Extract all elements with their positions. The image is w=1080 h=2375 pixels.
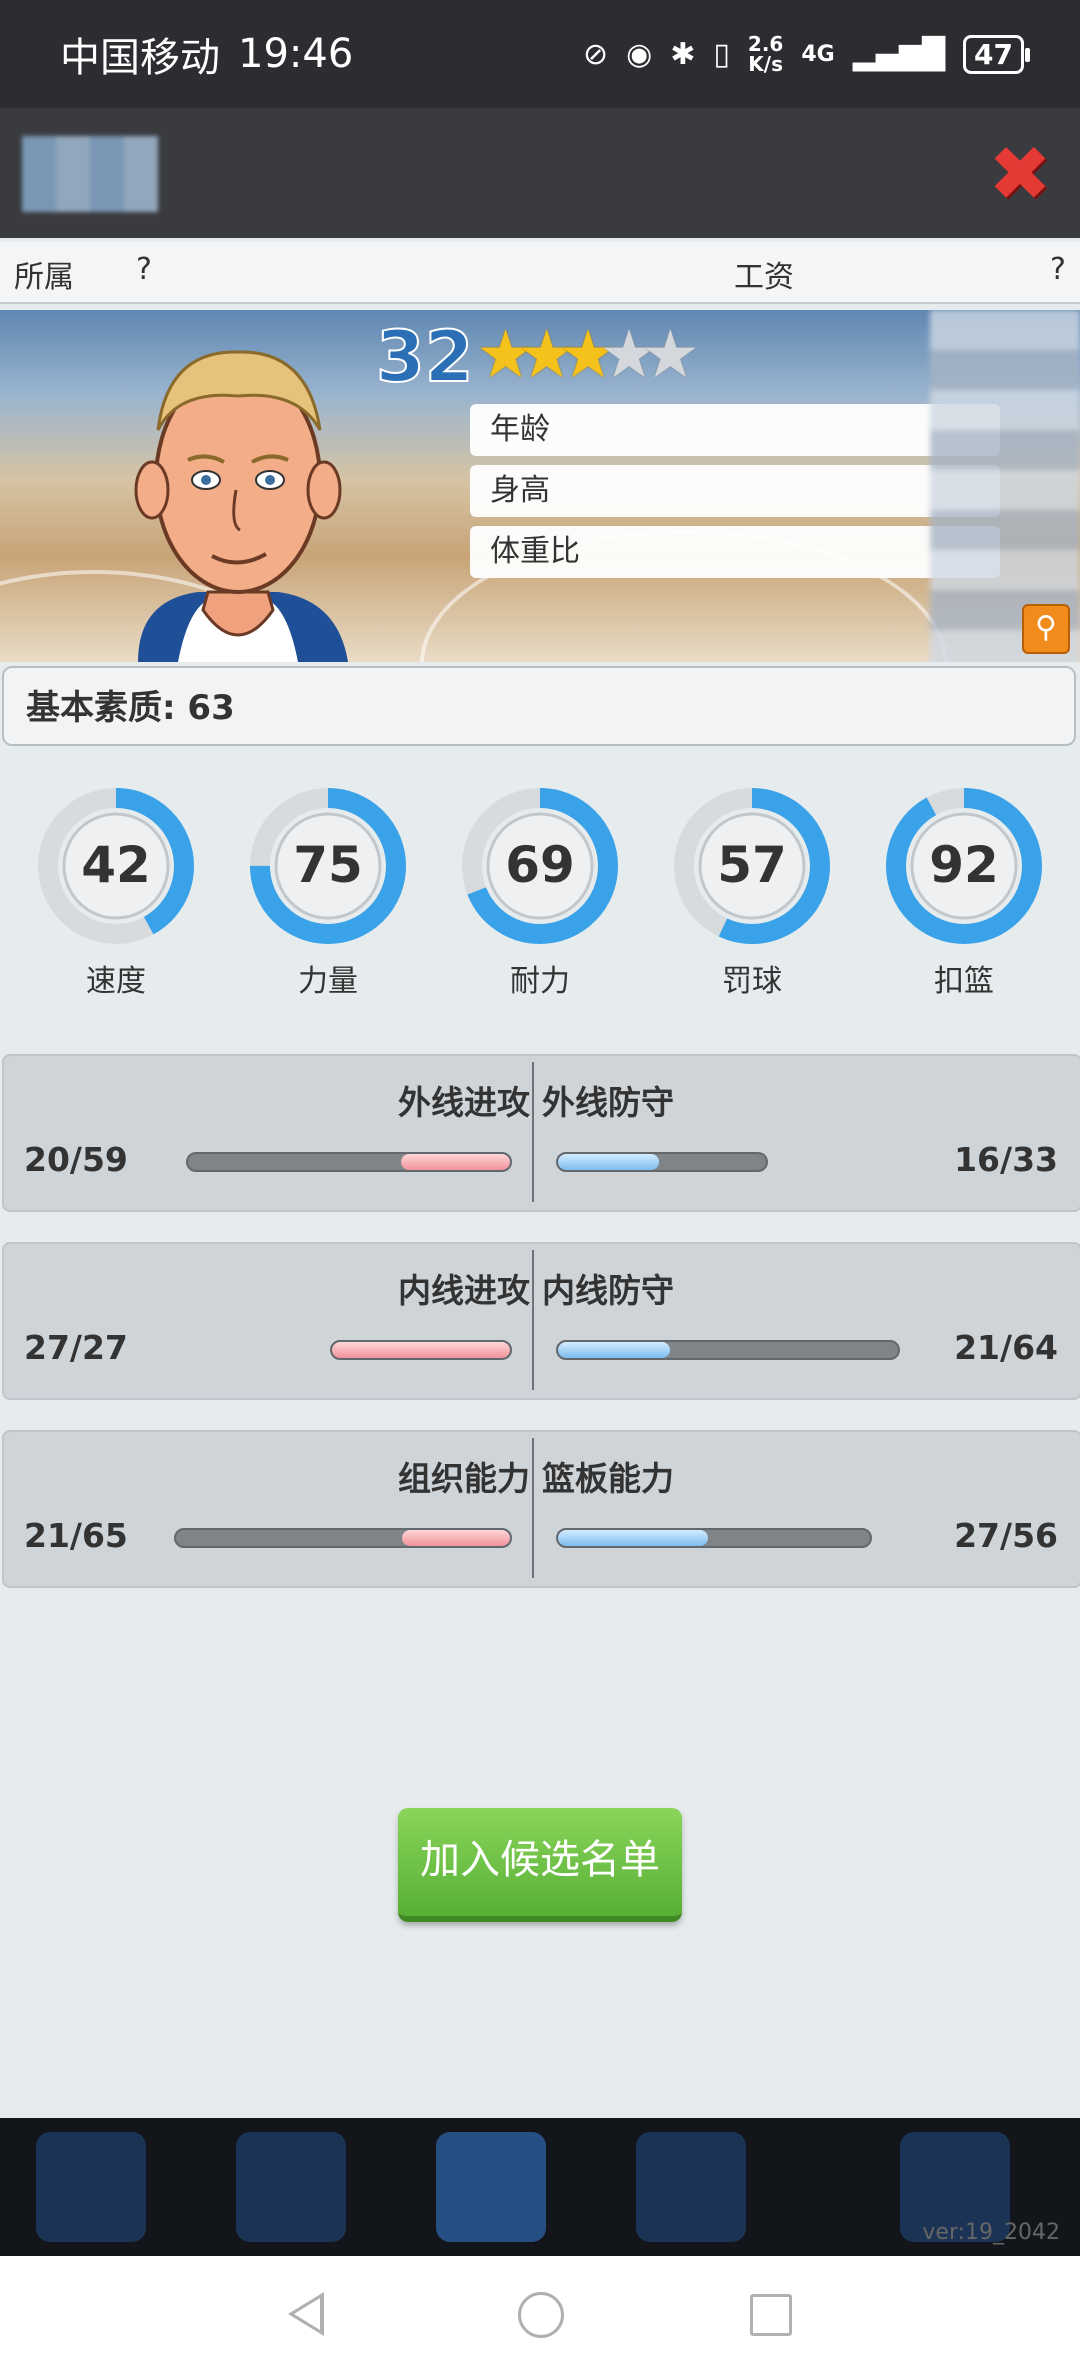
defense-bar — [556, 1340, 900, 1360]
right-title: 内线防守 — [542, 1271, 674, 1310]
right-title: 篮板能力 — [542, 1459, 674, 1498]
tab-players[interactable] — [436, 2132, 546, 2242]
gauge-ring: 92 — [886, 788, 1042, 944]
gauge-value: 75 — [293, 836, 363, 894]
gauge-dunk: 92 扣篮 — [884, 786, 1044, 1016]
right-title: 外线防守 — [542, 1083, 674, 1122]
salary-label: 工资 — [734, 260, 794, 295]
gauge-value: 42 — [81, 836, 151, 894]
star-empty-icon: ★ — [599, 316, 659, 393]
left-title: 组织能力 — [398, 1459, 530, 1498]
signal-icon: ▂▄▆█ — [852, 36, 946, 72]
gauge-label: 耐力 — [510, 964, 570, 999]
gauge-speed: 42 速度 — [36, 786, 196, 1016]
star-filled-icon: ★ — [558, 316, 617, 393]
weight-ratio-field: 体重比 — [470, 526, 1000, 578]
status-bar: 中国移动 19:46 ⊘ ◉ ✱ ▯ 2.6 K/s 4G ▂▄▆█ 47 — [0, 0, 1080, 108]
player-portrait — [134, 350, 348, 662]
defense-bar — [556, 1152, 768, 1172]
star-empty-icon: ★ — [640, 316, 700, 393]
left-value: 21/65 — [24, 1516, 128, 1555]
divider — [532, 1250, 534, 1390]
star-rating: ★★★★★ — [476, 316, 700, 393]
offense-bar-fill — [402, 1530, 510, 1546]
player-hero-card: 32 ★★★★★ 年龄 身高 体重比 ⚲ — [0, 310, 1080, 662]
search-icon: ⚲ — [1035, 610, 1057, 645]
gauge-value: 57 — [717, 836, 787, 894]
home-icon[interactable] — [518, 2292, 564, 2338]
gauge-ring: 69 — [462, 788, 618, 944]
add-to-shortlist-button[interactable]: 加入候选名单 — [398, 1808, 682, 1922]
affiliation-label: 所属 — [14, 260, 74, 295]
divider — [532, 1438, 534, 1578]
search-button[interactable]: ⚲ — [1022, 604, 1070, 654]
player-rating: 32 — [375, 315, 474, 399]
info-row: 所属 ? 工资 ? — [0, 242, 1080, 304]
system-nav-bar — [0, 2256, 1080, 2375]
divider — [532, 1062, 534, 1202]
back-icon-inner — [294, 2298, 320, 2330]
right-value: 21/64 — [954, 1328, 1058, 1367]
clock: 19:46 — [238, 31, 354, 77]
offense-bar — [174, 1528, 512, 1548]
tab-finance[interactable] — [236, 2132, 346, 2242]
battery-indicator: 47 — [963, 34, 1030, 74]
gauge-row: 42 速度 75 力量 69 耐力 57 罚球 92 扣篮 — [0, 786, 1080, 1016]
app-header: ✖ — [0, 108, 1080, 238]
close-button[interactable]: ✖ — [984, 136, 1056, 212]
carrier-name: 中国移动 — [60, 35, 220, 81]
gauge-label: 速度 — [86, 964, 146, 999]
right-value: 16/33 — [954, 1140, 1058, 1179]
gauge-label: 罚球 — [722, 964, 782, 999]
star-filled-icon: ★ — [517, 316, 576, 393]
comparison-playmaking-rebound: 组织能力 篮板能力 21/65 27/56 — [2, 1430, 1080, 1588]
gauge-ring: 42 — [38, 788, 194, 944]
left-title: 内线进攻 — [398, 1271, 530, 1310]
blurred-avatar — [22, 136, 158, 212]
tab-training[interactable] — [636, 2132, 746, 2242]
close-icon: ✖ — [988, 129, 1052, 218]
height-field: 身高 — [470, 465, 1000, 517]
offense-bar — [186, 1152, 512, 1172]
recents-icon[interactable] — [750, 2294, 792, 2336]
alarm-icon: ⊘ — [582, 36, 609, 72]
left-title: 外线进攻 — [398, 1083, 530, 1122]
eye-icon: ◉ — [626, 36, 653, 72]
offense-bar-fill — [400, 1154, 510, 1170]
vibrate-icon: ▯ — [713, 36, 730, 72]
defense-bar-fill — [558, 1530, 709, 1546]
salary-value: ? — [1050, 252, 1066, 287]
gauge-stamina: 69 耐力 — [460, 786, 620, 1016]
gauge-ring: 57 — [674, 788, 830, 944]
gauge-label: 扣篮 — [934, 964, 994, 999]
network-type: 4G — [801, 41, 835, 67]
bluetooth-icon: ✱ — [670, 36, 696, 72]
defense-bar-fill — [558, 1342, 670, 1358]
offense-bar — [330, 1340, 512, 1360]
defense-bar-fill — [558, 1154, 659, 1170]
player-panel: 所属 ? 工资 ? 32 ★★★★★ 年龄 身高 体重比 ⚲ 基本素质: 63 … — [0, 238, 1080, 2118]
age-field: 年龄 — [470, 404, 1000, 456]
comparison-outside: 外线进攻 外线防守 20/59 16/33 — [2, 1054, 1080, 1212]
star-filled-icon: ★ — [476, 316, 535, 393]
gauge-free-throw: 57 罚球 — [672, 786, 832, 1016]
game-tab-bar: ver:19_2042 — [0, 2118, 1080, 2256]
net-speed-unit: K/s — [748, 52, 783, 76]
right-value: 27/56 — [954, 1516, 1058, 1555]
basic-attributes-bar: 基本素质: 63 — [2, 666, 1076, 746]
comparison-inside: 内线进攻 内线防守 27/27 21/64 — [2, 1242, 1080, 1400]
net-speed: 2.6 K/s — [748, 34, 783, 74]
offense-bar-fill — [332, 1342, 510, 1358]
gauge-label: 力量 — [298, 964, 358, 999]
version-label: ver:19_2042 — [922, 2220, 1060, 2245]
affiliation-value: ? — [136, 252, 152, 287]
left-value: 20/59 — [24, 1140, 128, 1179]
gauge-value: 92 — [929, 836, 999, 894]
tab-team[interactable] — [36, 2132, 146, 2242]
gauge-value: 69 — [505, 836, 575, 894]
gauge-ring: 75 — [250, 788, 406, 944]
gauge-strength: 75 力量 — [248, 786, 408, 1016]
left-value: 27/27 — [24, 1328, 128, 1367]
defense-bar — [556, 1528, 872, 1548]
